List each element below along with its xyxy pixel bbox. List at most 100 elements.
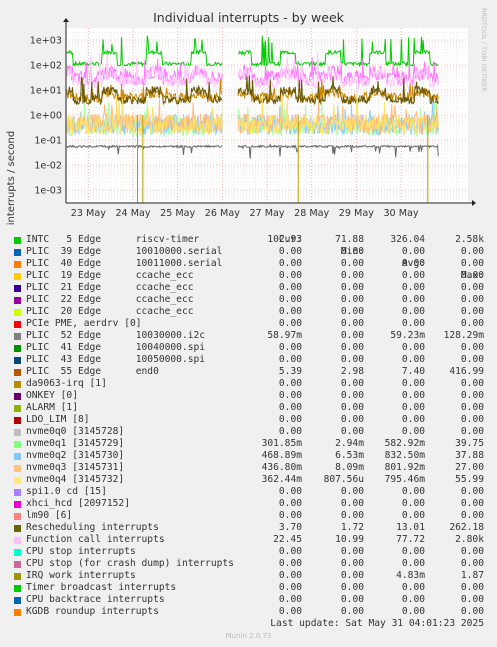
legend-max-value: 0.00 [460, 270, 484, 281]
legend-cur-value: 0.00 [278, 354, 302, 365]
legend-swatch [14, 369, 21, 376]
legend-max-value: 0.00 [460, 282, 484, 293]
legend-swatch [14, 405, 21, 412]
legend-series-name: INTC 5 Edge riscv-timer [26, 234, 200, 245]
legend-min-value: 0.00 [340, 582, 364, 593]
legend-series-name: Timer broadcast interrupts [26, 582, 177, 593]
legend-max-value: 0.00 [460, 390, 484, 401]
legend-cur-value: 58.97m [267, 330, 302, 341]
legend-min-value: 8.09m [335, 462, 364, 473]
legend-cur-value: 0.00 [278, 594, 302, 605]
legend-min-value: 0.00 [340, 246, 364, 257]
legend-min-value: 0.00 [340, 258, 364, 269]
legend-max-value: 0.00 [460, 498, 484, 509]
legend-row: PLIC 43 Edge 10050000.spi 0.00 0.00 0.00 0.0… [14, 354, 494, 366]
legend-swatch [14, 273, 21, 280]
legend-swatch [14, 537, 21, 544]
legend-swatch [14, 573, 21, 580]
legend-min-value: 0.00 [340, 342, 364, 353]
munin-version: Munin 2.0.73 [225, 632, 272, 640]
legend-series-name: PLIC 39 Edge 10010000.serial [26, 246, 223, 257]
legend-header: Cur: Min: Avg: Max: [14, 222, 494, 281]
legend-series-name: nvme0q4 [3145732] [26, 474, 125, 485]
legend-series-name: CPU backtrace interrupts [26, 594, 165, 605]
legend-row: PLIC 21 Edge ccache_ecc 0.00 0.00 0.00 0.00 [14, 282, 494, 294]
legend-series-name: PLIC 52 Edge 10030000.i2c [26, 330, 206, 341]
legend-max-value: 2.58k [455, 234, 484, 245]
legend-max-value: 0.00 [460, 294, 484, 305]
legend-max-value: 0.00 [460, 318, 484, 329]
legend-min-value: 0.00 [340, 282, 364, 293]
legend-min-value: 0.00 [340, 594, 364, 605]
legend-cur-value: 0.00 [278, 582, 302, 593]
legend-min-value: 0.00 [340, 294, 364, 305]
legend-cur-value: 468.89m [261, 450, 302, 461]
legend-series-name: lm90 [6] [26, 510, 73, 521]
legend-row: PLIC 40 Edge 10011000.serial 0.00 0.00 0.00… [14, 258, 494, 270]
legend-row: nvme0q2 [3145730] 468.89m 6.53m 832.50m 37.8… [14, 450, 494, 462]
legend-swatch [14, 333, 21, 340]
legend-swatch [14, 465, 21, 472]
legend-row: nvme0q3 [3145731] 436.80m 8.09m 801.92m 27.0… [14, 462, 494, 474]
legend-max-value: 39.75 [455, 438, 484, 449]
legend-min-value: 2.94m [335, 438, 364, 449]
legend-min-value: 0.00 [340, 606, 364, 617]
legend-swatch [14, 345, 21, 352]
legend-cur-value: 0.00 [278, 414, 302, 425]
legend-series-name: ALARM [1] [26, 402, 78, 413]
legend-min-value: 0.00 [340, 558, 364, 569]
legend-swatch [14, 489, 21, 496]
legend-cur-value: 3.70 [278, 522, 302, 533]
legend-series-name: da9063-irq [1] [26, 378, 107, 389]
legend-row: KGDB roundup interrupts 0.00 0.00 0.00 0.00 [14, 606, 494, 618]
legend-min-value: 0.00 [340, 306, 364, 317]
legend-min-value: 6.53m [335, 450, 364, 461]
legend-swatch [14, 513, 21, 520]
legend-cur-value: 5.39 [278, 366, 302, 377]
x-tick-label: 23 May [71, 208, 106, 219]
legend-row: INTC 5 Edge riscv-timer 102.93 71.88 326.04… [14, 234, 494, 246]
legend-row: Function call interrupts 22.45 10.99 77.72 2… [14, 534, 494, 546]
legend-min-value: 0.00 [340, 498, 364, 509]
legend-row: ONKEY [0] 0.00 0.00 0.00 0.00 [14, 390, 494, 402]
legend-cur-value: 102.93 [267, 234, 302, 245]
legend-series-name: PLIC 41 Edge 10040000.spi [26, 342, 206, 353]
legend-series-name: KGDB roundup interrupts [26, 606, 159, 617]
x-axis-arrow [472, 200, 476, 206]
legend-max-value: 262.18 [449, 522, 484, 533]
legend-series-name: PCIe PME, aerdrv [0] [26, 318, 142, 329]
legend-max-value: 0.00 [460, 258, 484, 269]
legend-min-value: 0.00 [340, 330, 364, 341]
legend-row: Rescheduling interrupts 3.70 1.72 13.01 262.… [14, 522, 494, 534]
legend-cur-value: 0.00 [278, 378, 302, 389]
y-tick-label: 1e+00 [30, 110, 62, 121]
legend-min-value: 71.88 [335, 234, 364, 245]
legend-min-value: 0.00 [340, 378, 364, 389]
legend-row: CPU stop (for crash dump) interrupts 0.00… [14, 558, 494, 570]
y-tick-label: 1e+01 [30, 85, 62, 96]
legend-series-name: Function call interrupts [26, 534, 165, 545]
legend-series-name: spi1.0 cd [15] [26, 486, 107, 497]
legend-cur-value: 301.85m [261, 438, 302, 449]
x-tick-label: 27 May [249, 208, 284, 219]
legend-row: spi1.0 cd [15] 0.00 0.00 0.00 0.00 [14, 486, 494, 498]
legend-cur-value: 0.00 [278, 270, 302, 281]
legend-swatch [14, 261, 21, 268]
y-tick-label: 1e-01 [34, 135, 62, 146]
legend-max-value: 128.29m [443, 330, 484, 341]
legend-cur-value: 22.45 [273, 534, 302, 545]
legend-series-name: nvme0q2 [3145730] [26, 450, 125, 461]
legend-row: lm90 [6] 0.00 0.00 0.00 0.00 [14, 510, 494, 522]
legend-swatch [14, 297, 21, 304]
legend-series-name: CPU stop interrupts [26, 546, 136, 557]
legend-cur-value: 0.00 [278, 342, 302, 353]
legend-series-name: CPU stop (for crash dump) interrupts [26, 558, 234, 569]
legend-max-value: 0.00 [460, 594, 484, 605]
legend-swatch [14, 477, 21, 484]
legend-row: CPU stop interrupts 0.00 0.00 0.00 0.00 [14, 546, 494, 558]
legend-swatch [14, 597, 21, 604]
legend-swatch [14, 609, 21, 616]
legend-swatch [14, 525, 21, 532]
legend-swatch [14, 381, 21, 388]
legend-max-value: 0.00 [460, 306, 484, 317]
